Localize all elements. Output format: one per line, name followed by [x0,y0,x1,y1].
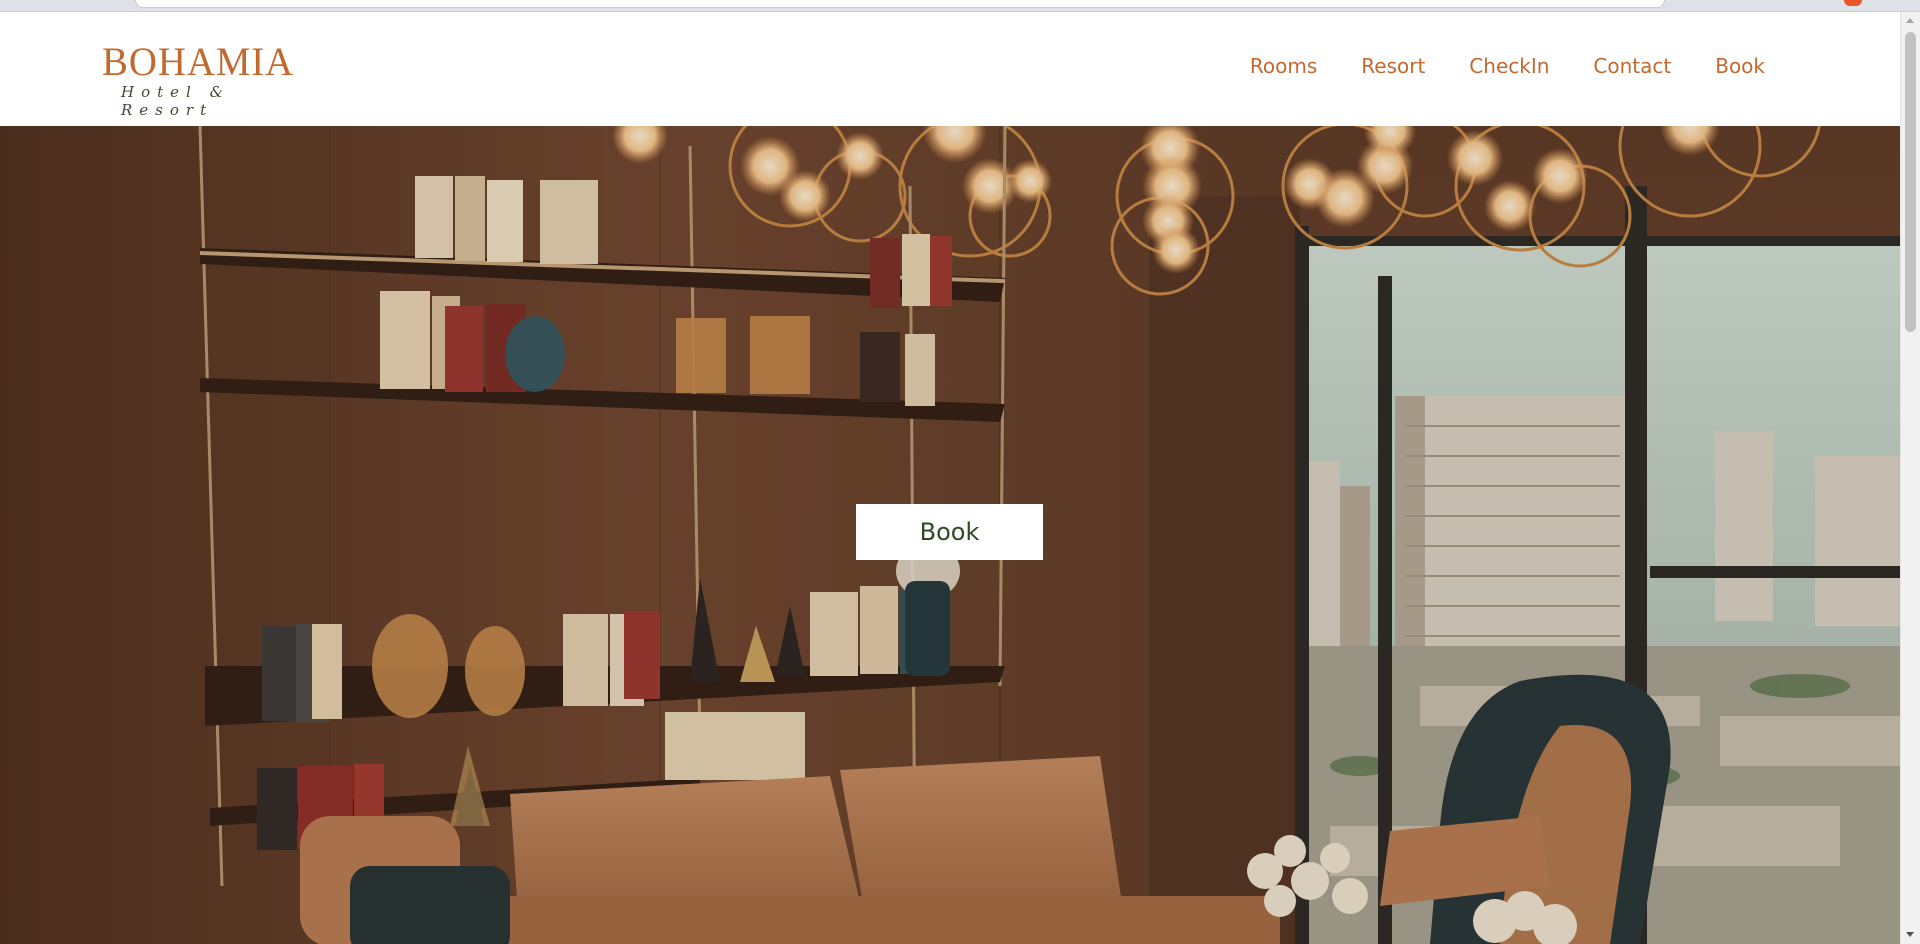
hero-section: Book [0,126,1900,944]
scroll-up-arrow-icon[interactable] [1901,12,1920,29]
nav-item-contact[interactable]: Contact [1593,54,1671,78]
brand-tagline: Hotel & Resort [121,83,230,119]
extension-badge-icon[interactable] [1844,0,1862,6]
browser-toolbar-edge [0,0,1920,12]
brand-logo[interactable]: BOHAMIA Hotel & Resort [102,39,322,120]
book-button[interactable]: Book [856,504,1043,560]
nav-item-checkin[interactable]: CheckIn [1469,54,1549,78]
nav-item-resort[interactable]: Resort [1361,54,1425,78]
main-nav: Rooms Resort CheckIn Contact Book [1206,54,1765,78]
page-scrollbar[interactable] [1900,12,1920,944]
address-bar[interactable] [135,0,1665,8]
scroll-thumb[interactable] [1905,32,1916,332]
brand-name: BOHAMIA [102,39,295,84]
nav-item-book[interactable]: Book [1715,54,1765,78]
scroll-down-arrow-icon[interactable] [1901,927,1920,944]
nav-item-rooms[interactable]: Rooms [1250,54,1317,78]
site-header: BOHAMIA Hotel & Resort Rooms Resort Chec… [0,12,1900,126]
